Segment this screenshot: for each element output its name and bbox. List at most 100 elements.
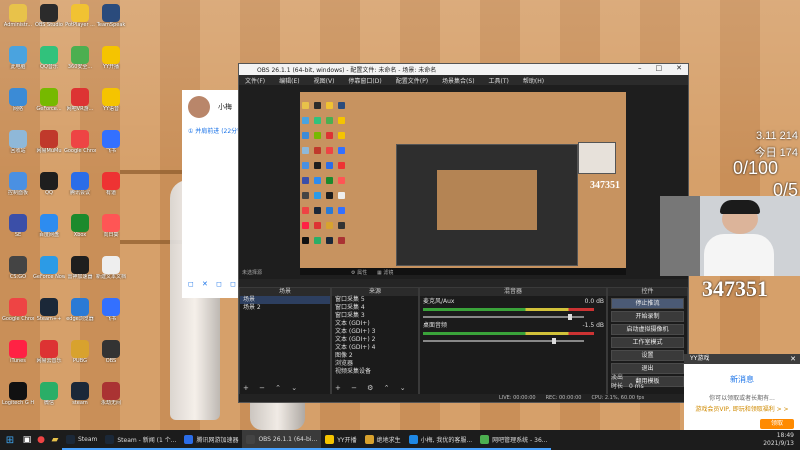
desktop-icon[interactable]: 雷神加速器 xyxy=(64,256,96,280)
menu-item[interactable]: 编辑(E) xyxy=(279,76,299,85)
desktop-icon[interactable]: GeForce... xyxy=(33,88,65,112)
desktop-icon[interactable]: TeamSpeak xyxy=(95,4,127,28)
taskbar-app[interactable]: YY开播 xyxy=(321,430,361,450)
obs-preview[interactable]: 347351 xyxy=(300,92,626,275)
source-item[interactable]: 文本 (GDI+) 3 xyxy=(332,328,418,336)
windows-start-icon[interactable]: ⊞ xyxy=(0,430,20,450)
transition-duration-value[interactable]: 0 ms xyxy=(626,383,644,391)
avatar[interactable] xyxy=(188,96,210,118)
popup-link[interactable]: 游戏会员VIP, 即玩和领取福利 > > xyxy=(684,404,800,413)
source-item[interactable]: 文本 (GDI+) xyxy=(332,320,418,328)
filters-button[interactable]: ▦ 滤镜 xyxy=(377,269,393,276)
desktop-icon[interactable]: 控制面板 xyxy=(2,172,34,196)
source-controls[interactable]: + − ⚙ ⌃ ⌄ xyxy=(335,384,410,392)
desktop-icon[interactable]: Xbox xyxy=(64,214,96,238)
desktop-icon[interactable]: YY语音 xyxy=(95,88,127,112)
control-button[interactable]: 设置 xyxy=(611,350,684,361)
control-button[interactable]: 停止推流 xyxy=(611,298,684,309)
close-icon[interactable]: ✕ xyxy=(790,354,796,364)
desktop-icon[interactable]: Steam++ xyxy=(33,298,65,322)
explorer-icon[interactable]: ▰ xyxy=(48,430,62,450)
desktop-icon[interactable]: edge浏览器 xyxy=(64,298,96,322)
volume-knob[interactable] xyxy=(567,314,572,320)
desktop-icon[interactable]: iTunes xyxy=(2,340,34,364)
desktop-icon[interactable]: 永劫无间 xyxy=(95,382,127,406)
taskbar-app[interactable]: 腾讯网游加速器 xyxy=(180,430,243,450)
chat-window[interactable]: 小梅 ① 并肩前进 (22分钟) ◻ ✕ ◻ ◻ xyxy=(182,90,246,298)
desktop-icon[interactable]: 360安全... xyxy=(64,46,96,70)
scene-item[interactable]: 场景 xyxy=(240,296,330,304)
desktop-icon[interactable]: 网易云音乐 xyxy=(33,340,65,364)
desktop-icon[interactable]: 微信 xyxy=(33,382,65,406)
taskbar-app[interactable]: 绝地求生 xyxy=(360,430,405,450)
desktop-icon[interactable]: CS:GO xyxy=(2,256,34,280)
desktop-icon[interactable]: 飞书 xyxy=(95,298,127,322)
obs-titlebar[interactable]: OBS 26.1.1 (64-bit, windows) - 配置文件: 未命名… xyxy=(239,64,688,75)
menu-item[interactable]: 视图(V) xyxy=(314,76,335,85)
source-item[interactable]: 图像 2 xyxy=(332,352,418,360)
desktop-icon[interactable]: 网吧VR游... xyxy=(64,88,96,112)
desktop-icon[interactable]: Logitech G HUB xyxy=(2,382,34,406)
desktop-icon[interactable]: Google Chrome xyxy=(2,298,34,322)
desktop-icon[interactable]: SE xyxy=(2,214,34,238)
desktop-icon[interactable]: 此电脑 xyxy=(2,46,34,70)
chrome-icon[interactable]: ● xyxy=(34,430,48,450)
taskbar-app[interactable]: Steam xyxy=(62,430,102,450)
menu-item[interactable]: 工具(T) xyxy=(489,76,509,85)
source-item[interactable]: 窗口采集 3 xyxy=(332,312,418,320)
system-tray[interactable]: 18:49 2021/9/13 xyxy=(763,432,794,448)
volume-slider[interactable] xyxy=(423,338,584,344)
menu-item[interactable]: 场景集合(S) xyxy=(442,76,475,85)
desktop-icon[interactable]: PotPlayer ... xyxy=(64,4,96,28)
taskbar-app[interactable]: 小梅, 我优的客服... xyxy=(404,430,477,450)
yy-notification-popup[interactable]: YY游戏 ✕ 新消息 你可以领取或者长期有... 游戏会员VIP, 即玩和领取福… xyxy=(684,354,800,433)
desktop-icon[interactable]: YY开播 xyxy=(95,46,127,70)
transition-mode[interactable]: 淡出 xyxy=(608,374,623,382)
scene-controls[interactable]: + − ⌃ ⌄ xyxy=(243,384,301,392)
source-item[interactable]: 文本 (GDI+) 4 xyxy=(332,344,418,352)
desktop-icon[interactable]: PUBG xyxy=(64,340,96,364)
taskbar-app[interactable]: Steam - 新闻 (1 个... xyxy=(101,430,181,450)
menu-item[interactable]: 配置文件(P) xyxy=(396,76,428,85)
desktop-icon[interactable]: 新建文本文档 xyxy=(95,256,127,280)
desktop-icon[interactable]: 有道 xyxy=(95,172,127,196)
chat-toolbar[interactable]: ◻ ✕ ◻ ◻ xyxy=(188,280,239,288)
menu-item[interactable]: 停靠窗口(D) xyxy=(348,76,381,85)
desktop-icon[interactable]: 网易MuMu xyxy=(33,130,65,154)
control-button[interactable]: 退出 xyxy=(611,363,684,374)
desktop-icon[interactable]: Google Chrome xyxy=(64,130,96,154)
task-view-icon[interactable]: ▣ xyxy=(20,430,34,450)
desktop-icon[interactable]: QQ音乐 xyxy=(33,46,65,70)
menu-item[interactable]: 帮助(H) xyxy=(523,76,544,85)
menu-item[interactable]: 文件(F) xyxy=(245,76,265,85)
properties-button[interactable]: ⚙ 属性 xyxy=(351,269,367,276)
scene-item[interactable]: 场景 2 xyxy=(240,304,330,312)
source-item[interactable]: 浏览器 xyxy=(332,360,418,368)
control-button[interactable]: 开始录制 xyxy=(611,311,684,322)
desktop-icon[interactable]: steam xyxy=(64,382,96,406)
desktop-icon[interactable]: 百度网盘 xyxy=(33,214,65,238)
desktop-icon[interactable]: 网络 xyxy=(2,88,34,112)
desktop-icon[interactable]: 腾讯会议 xyxy=(64,172,96,196)
desktop-icon[interactable]: 向日葵 xyxy=(95,214,127,238)
desktop-icon[interactable]: OBS xyxy=(95,340,127,364)
desktop-icon[interactable]: 飞书 xyxy=(95,130,127,154)
maximize-icon[interactable]: □ xyxy=(656,64,663,72)
source-item[interactable]: 文本 (GDI+) 2 xyxy=(332,336,418,344)
desktop-icon[interactable]: OBS Studio xyxy=(33,4,65,28)
claim-button[interactable]: 领取 xyxy=(760,419,794,429)
desktop-icon[interactable]: Administr... xyxy=(2,4,34,28)
minimize-icon[interactable]: – xyxy=(638,64,642,72)
desktop-icon[interactable]: QQ xyxy=(33,172,65,196)
desktop-icon[interactable]: GeForce Now xyxy=(33,256,65,280)
source-item[interactable]: 窗口采集 5 xyxy=(332,296,418,304)
taskbar-app[interactable]: 网吧管理系统 - 36... xyxy=(476,430,552,450)
source-item[interactable]: 视频采集设备 xyxy=(332,368,418,376)
volume-knob[interactable] xyxy=(551,338,556,344)
taskbar-app[interactable]: OBS 26.1.1 (64-bi... xyxy=(242,430,322,450)
close-icon[interactable]: ✕ xyxy=(676,64,682,72)
desktop-icon[interactable]: 回收站 xyxy=(2,130,34,154)
source-item[interactable]: 窗口采集 4 xyxy=(332,304,418,312)
control-button[interactable]: 启动虚拟摄像机 xyxy=(611,324,684,335)
volume-slider[interactable] xyxy=(423,314,584,320)
